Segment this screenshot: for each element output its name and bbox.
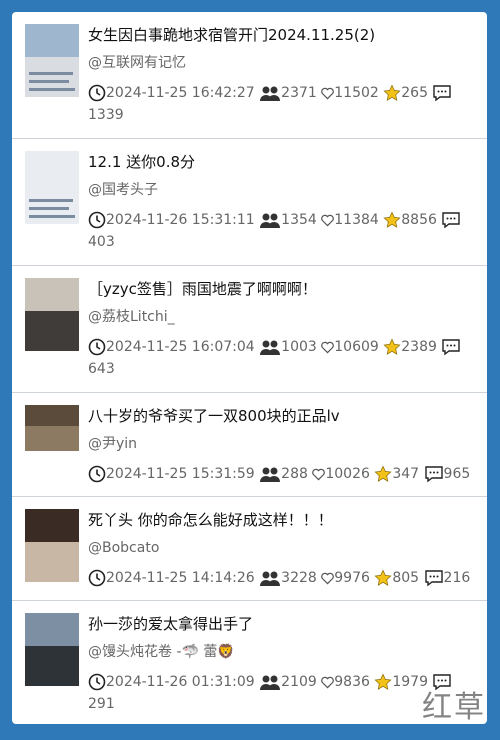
list-item[interactable]: 死丫头 你的命怎么能好成这样！！！ @Bobcato 2024-11-25 14… [12,497,487,601]
publish-time: 2024-11-26 01:31:09 [106,674,255,690]
people-icon [260,675,281,690]
list-item[interactable]: 八十岁的爷爷买了一双800块的正品lv @尹yin 2024-11-25 15:… [12,393,487,497]
heart-icon [321,341,335,353]
like-count: 10026 [325,466,370,482]
clock-icon [88,465,106,483]
video-meta: 2024-11-25 15:31:59 288 10026 347 965 [88,463,477,485]
list-item[interactable]: ［yzyc签售］雨国地震了啊啊啊！ @荔枝Litchi_ 2024-11-25 … [12,266,487,393]
video-author[interactable]: @荔枝Litchi_ [88,306,477,328]
video-meta: 2024-11-25 16:42:27 2371 11502 265 1339 [88,82,477,126]
video-thumbnail[interactable] [25,151,79,224]
people-icon [260,467,281,482]
video-thumbnail[interactable] [25,24,79,97]
viewer-count: 2109 [281,674,317,690]
comment-count: 643 [88,361,115,377]
video-title[interactable]: 孙一莎的爱太拿得出手了 [88,613,477,635]
clock-icon [88,211,106,229]
heart-icon [312,468,326,480]
comment-icon [442,212,461,229]
star-count: 2389 [401,339,437,355]
comment-count: 1339 [88,107,124,123]
star-icon [383,84,401,101]
like-count: 10609 [334,339,379,355]
viewer-count: 1354 [281,212,317,228]
comment-count: 291 [88,696,115,712]
heart-icon [321,676,335,688]
video-title[interactable]: 八十岁的爷爷买了一双800块的正品lv [88,405,477,427]
list-item[interactable]: 12.1 送你0.8分 @国考头子 2024-11-26 15:31:11 13… [12,139,487,266]
star-icon [383,338,401,355]
list-item[interactable]: 女生因白事跪地求宿管开门2024.11.25(2) @互联网有记忆 2024-1… [12,12,487,139]
publish-time: 2024-11-26 15:31:11 [106,212,255,228]
star-icon [374,465,392,482]
video-title[interactable]: 死丫头 你的命怎么能好成这样！！！ [88,509,477,531]
heart-icon [321,214,335,226]
video-thumbnail[interactable] [25,405,79,451]
publish-time: 2024-11-25 14:14:26 [106,570,255,586]
viewer-count: 288 [281,466,308,482]
video-author[interactable]: @国考头子 [88,179,477,201]
star-icon [383,211,401,228]
clock-icon [88,338,106,356]
comment-icon [442,339,461,356]
comment-icon [433,85,452,102]
people-icon [260,213,281,228]
like-count: 11502 [334,85,379,101]
video-meta: 2024-11-25 14:14:26 3228 9976 805 216 [88,567,477,589]
people-icon [260,340,281,355]
star-count: 8856 [401,212,437,228]
people-icon [260,86,281,101]
like-count: 11384 [334,212,379,228]
comment-count: 216 [443,570,471,586]
like-count: 9976 [334,570,370,586]
video-title[interactable]: ［yzyc签售］雨国地震了啊啊啊！ [88,278,477,300]
publish-time: 2024-11-25 16:07:04 [106,339,255,355]
star-count: 347 [392,466,420,482]
video-title[interactable]: 女生因白事跪地求宿管开门2024.11.25(2) [88,24,477,46]
publish-time: 2024-11-25 15:31:59 [106,466,255,482]
viewer-count: 2371 [281,85,317,101]
video-author[interactable]: @馒头炖花卷 -🦈 蕾🦁 [88,641,477,663]
video-list-panel: 女生因白事跪地求宿管开门2024.11.25(2) @互联网有记忆 2024-1… [12,12,487,724]
video-thumbnail[interactable] [25,278,79,351]
star-count: 265 [401,85,428,101]
video-author[interactable]: @Bobcato [88,537,477,559]
video-author[interactable]: @互联网有记忆 [88,52,477,74]
people-icon [260,571,281,586]
star-icon [374,569,392,586]
video-author[interactable]: @尹yin [88,433,477,455]
clock-icon [88,569,106,587]
watermark: 红草 [422,690,486,725]
comment-count: 403 [88,234,115,250]
video-thumbnail[interactable] [25,613,79,686]
clock-icon [88,84,106,102]
video-meta: 2024-11-26 01:31:09 2109 9836 1979 291 [88,671,477,715]
video-title[interactable]: 12.1 送你0.8分 [88,151,477,173]
list-item[interactable]: 孙一莎的爱太拿得出手了 @馒头炖花卷 -🦈 蕾🦁 2024-11-26 01:3… [12,601,487,724]
video-meta: 2024-11-26 15:31:11 1354 11384 8856 403 [88,209,477,253]
video-thumbnail[interactable] [25,509,79,582]
viewer-count: 3228 [281,570,317,586]
video-meta: 2024-11-25 16:07:04 1003 10609 2389 643 [88,336,477,380]
publish-time: 2024-11-25 16:42:27 [106,85,255,101]
heart-icon [321,572,335,584]
comment-count: 965 [443,466,471,482]
star-icon [374,673,392,690]
heart-icon [321,87,335,99]
viewer-count: 1003 [281,339,317,355]
star-count: 805 [392,570,420,586]
clock-icon [88,673,106,691]
comment-icon [424,570,443,587]
like-count: 9836 [334,674,370,690]
comment-icon [424,466,443,483]
